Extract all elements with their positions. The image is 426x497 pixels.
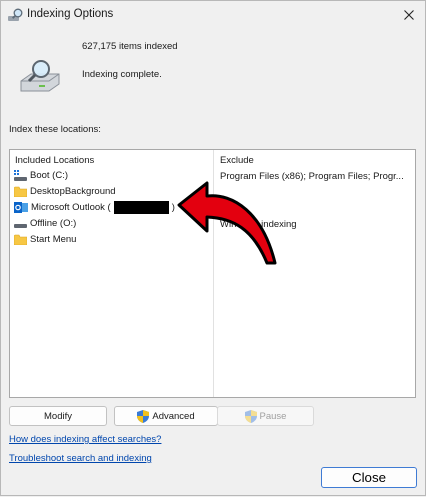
location-label: Boot (C:) [30, 170, 69, 181]
pause-button[interactable]: Pause [217, 406, 314, 426]
modify-label: Modify [44, 410, 72, 422]
drive-magnifier-icon [20, 60, 60, 92]
indexing-options-window: Indexing Options 627,175 items indexed I… [0, 0, 426, 496]
folder-icon [14, 234, 27, 245]
location-label: Offline (O:) [30, 218, 77, 229]
outlook-icon [14, 202, 28, 213]
troubleshoot-link[interactable]: Troubleshoot search and indexing [9, 453, 152, 464]
included-locations-header: Included Locations [15, 155, 95, 166]
column-divider [213, 150, 214, 397]
indexing-magnifier-icon [8, 8, 23, 21]
close-button[interactable]: Close [321, 467, 417, 488]
location-label-suffix: ) [171, 202, 175, 213]
location-row-desktopbackground[interactable]: DesktopBackground [14, 184, 116, 199]
title-bar: Indexing Options [1, 1, 425, 29]
location-label: Start Menu [30, 234, 77, 245]
uac-shield-icon [244, 409, 257, 423]
location-row-outlook[interactable]: Microsoft Outlook ( ) [14, 200, 175, 215]
drive-icon [14, 170, 27, 181]
location-label: DesktopBackground [30, 186, 116, 197]
location-row-boot[interactable]: Boot (C:) [14, 168, 68, 183]
advanced-button[interactable]: Advanced [114, 406, 218, 426]
modify-button[interactable]: Modify [9, 406, 107, 426]
location-row-start-menu[interactable]: Start Menu [14, 232, 76, 247]
folder-icon [14, 186, 27, 197]
advanced-label: Advanced [152, 410, 195, 422]
indexing-status: Indexing complete. [82, 69, 162, 80]
drive-icon [14, 224, 27, 228]
locations-table[interactable]: Included Locations Exclude Boot (C:) Pro… [9, 149, 416, 398]
locations-label: Index these locations: [9, 124, 101, 135]
close-icon[interactable] [397, 3, 421, 27]
exclude-header: Exclude [220, 155, 254, 166]
pause-label: Pause [259, 410, 287, 422]
exclude-value: Windows indexing [220, 219, 297, 230]
items-indexed-count: 627,175 items indexed [82, 41, 178, 52]
window-title: Indexing Options [27, 8, 114, 20]
location-row-offline[interactable]: Offline (O:) [14, 216, 76, 231]
close-label: Close [351, 470, 387, 485]
exclude-value: Program Files (x86); Program Files; Prog… [220, 171, 404, 182]
location-label: Microsoft Outlook ( [31, 202, 111, 213]
indexing-affect-link[interactable]: How does indexing affect searches? [9, 434, 161, 445]
uac-shield-icon [137, 409, 150, 423]
redaction-box [113, 201, 169, 214]
